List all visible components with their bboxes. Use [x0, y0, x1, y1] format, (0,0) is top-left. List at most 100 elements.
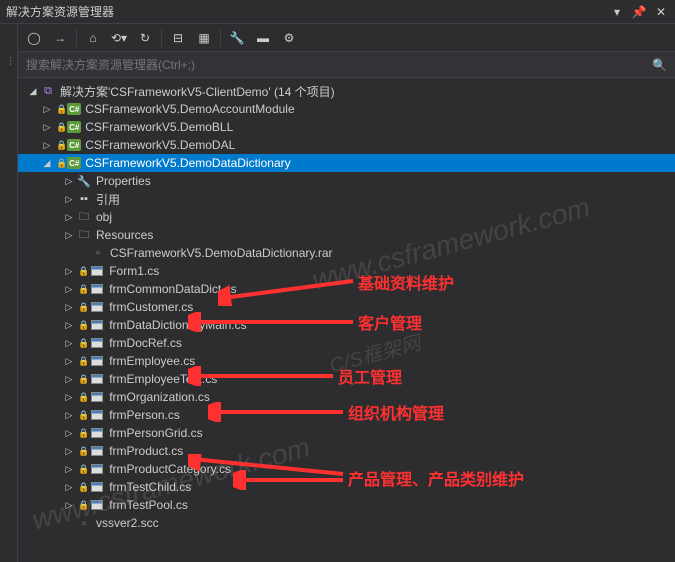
item-label: 引用 [96, 191, 120, 208]
lock-icon: 🔒 [78, 464, 89, 475]
home-button[interactable]: ⌂ [81, 26, 105, 50]
expander-icon[interactable]: ▷ [62, 354, 76, 368]
expander-icon[interactable]: ▷ [62, 498, 76, 512]
file-node[interactable]: ▷🔒frmProduct.cs [18, 442, 675, 460]
form-icon [89, 335, 105, 351]
pin-icon[interactable]: 📌 [631, 4, 647, 20]
file-node[interactable]: ▷🔒 frmPerson.cs [18, 406, 675, 424]
lock-icon: 🔒 [78, 338, 89, 349]
project-node[interactable]: ▷ 🔒 C# CSFrameworkV5.DemoAccountModule [18, 100, 675, 118]
expander-icon[interactable]: ▷ [62, 300, 76, 314]
expander-icon[interactable]: ▷ [62, 336, 76, 350]
refresh-button[interactable]: ↻ [133, 26, 157, 50]
expander-icon[interactable]: ▷ [62, 264, 76, 278]
file-node[interactable]: ▫vssver2.scc [18, 514, 675, 532]
sync-button[interactable]: ⟲▾ [107, 26, 131, 50]
form-icon [89, 263, 105, 279]
view-button[interactable]: ⚙ [277, 26, 301, 50]
expander-icon[interactable]: ▷ [62, 390, 76, 404]
expander-icon[interactable]: ▷ [62, 192, 76, 206]
side-tab[interactable]: … [0, 24, 18, 94]
references-node[interactable]: ▷ ▪▪ 引用 [18, 190, 675, 208]
expander-icon[interactable]: ▷ [62, 210, 76, 224]
expander-icon[interactable]: ▷ [62, 318, 76, 332]
titlebar: 解决方案资源管理器 ▾ 📌 ✕ [0, 0, 675, 24]
expander-icon[interactable]: ▷ [62, 462, 76, 476]
dropdown-icon[interactable]: ▾ [609, 4, 625, 20]
search-bar: 🔍 [18, 52, 675, 78]
form-icon [89, 389, 105, 405]
solution-icon: ⧉ [40, 83, 56, 99]
back-button[interactable]: ◯ [22, 26, 46, 50]
expander-icon[interactable]: ◢ [26, 84, 40, 98]
lock-icon: 🔒 [78, 446, 89, 457]
expander-icon[interactable]: ▷ [40, 138, 54, 152]
expander-icon[interactable]: ▷ [40, 120, 54, 134]
solution-tree: ◢ ⧉ 解决方案'CSFrameworkV5-ClientDemo' (14 个… [18, 78, 675, 562]
file-node[interactable]: ▷🔒frmDocRef.cs [18, 334, 675, 352]
file-label: frmEmployee.cs [109, 354, 195, 368]
file-node[interactable]: ▷🔒frmProductCategory.cs [18, 460, 675, 478]
project-node-selected[interactable]: ◢ 🔒 C# CSFrameworkV5.DemoDataDictionary [18, 154, 675, 172]
project-node[interactable]: ▷ 🔒 C# CSFrameworkV5.DemoBLL [18, 118, 675, 136]
lock-icon: 🔒 [78, 500, 89, 511]
toolbar: ◯ → ⌂ ⟲▾ ↻ ⊟ ▦ 🔧 ▬ ⚙ [18, 24, 675, 52]
file-label: frmTestChild.cs [109, 480, 191, 494]
expander-icon[interactable] [62, 516, 76, 530]
search-input[interactable] [26, 58, 652, 72]
file-node[interactable]: ▷🔒frmEmployee.cs [18, 352, 675, 370]
expander-icon[interactable]: ▷ [62, 282, 76, 296]
search-icon[interactable]: 🔍 [652, 58, 667, 72]
lock-icon: 🔒 [78, 320, 89, 331]
file-label: Form1.cs [109, 264, 159, 278]
sidebar-tabs: … [0, 24, 18, 562]
expander-icon[interactable]: ▷ [62, 426, 76, 440]
expander-icon[interactable]: ◢ [40, 156, 54, 170]
form-icon [89, 407, 105, 423]
file-node[interactable]: ▷🔒frmEmployeeTest.cs [18, 370, 675, 388]
form-icon [89, 497, 105, 513]
csproj-icon: C# [67, 139, 81, 151]
folder-node[interactable]: ▷ 🗀 obj [18, 208, 675, 226]
show-all-button[interactable]: ▦ [192, 26, 216, 50]
lock-icon: 🔒 [78, 284, 89, 295]
file-label: frmTestPool.cs [109, 498, 188, 512]
file-node[interactable]: ▷🔒 frmTestPool.cs [18, 496, 675, 514]
expander-icon[interactable]: ▷ [62, 480, 76, 494]
file-node[interactable]: ▷🔒frmDataDictionaryMain.cs [18, 316, 675, 334]
file-node[interactable]: ▷🔒Form1.cs [18, 262, 675, 280]
file-label: frmPerson.cs [109, 408, 180, 422]
form-icon [89, 281, 105, 297]
window-title: 解决方案资源管理器 [6, 3, 114, 20]
file-label: frmEmployeeTest.cs [109, 372, 217, 386]
properties-button[interactable]: 🔧 [225, 26, 249, 50]
file-node[interactable]: ▷🔒frmTestChild.cs [18, 478, 675, 496]
expander-icon[interactable]: ▷ [62, 444, 76, 458]
file-node[interactable]: ▷🔒frmCustomer.cs [18, 298, 675, 316]
expander-icon[interactable]: ▷ [62, 228, 76, 242]
form-icon [89, 371, 105, 387]
expander-icon[interactable]: ▷ [40, 102, 54, 116]
file-node[interactable]: ▷🔒frmPersonGrid.cs [18, 424, 675, 442]
project-label: CSFrameworkV5.DemoAccountModule [85, 102, 294, 116]
lock-icon: 🔒 [56, 122, 67, 133]
folder-node[interactable]: ▷ 🗀 Resources [18, 226, 675, 244]
solution-node[interactable]: ◢ ⧉ 解决方案'CSFrameworkV5-ClientDemo' (14 个… [18, 82, 675, 100]
properties-node[interactable]: ▷ 🔧 Properties [18, 172, 675, 190]
preview-button[interactable]: ▬ [251, 26, 275, 50]
lock-icon: 🔒 [78, 410, 89, 421]
project-label: CSFrameworkV5.DemoBLL [85, 120, 233, 134]
close-icon[interactable]: ✕ [653, 4, 669, 20]
item-label: obj [96, 210, 112, 224]
collapse-button[interactable]: ⊟ [166, 26, 190, 50]
file-node[interactable]: ▷🔒frmCommonDataDict.cs [18, 280, 675, 298]
folder-icon: 🗀 [76, 227, 92, 243]
project-node[interactable]: ▷ 🔒 C# CSFrameworkV5.DemoDAL [18, 136, 675, 154]
file-node[interactable]: ▷🔒frmOrganization.cs [18, 388, 675, 406]
expander-icon[interactable]: ▷ [62, 372, 76, 386]
file-node[interactable]: ▫ CSFrameworkV5.DemoDataDictionary.rar [18, 244, 675, 262]
expander-icon[interactable]: ▷ [62, 408, 76, 422]
file-label: frmPersonGrid.cs [109, 426, 202, 440]
forward-button[interactable]: → [48, 26, 72, 50]
expander-icon[interactable]: ▷ [62, 174, 76, 188]
